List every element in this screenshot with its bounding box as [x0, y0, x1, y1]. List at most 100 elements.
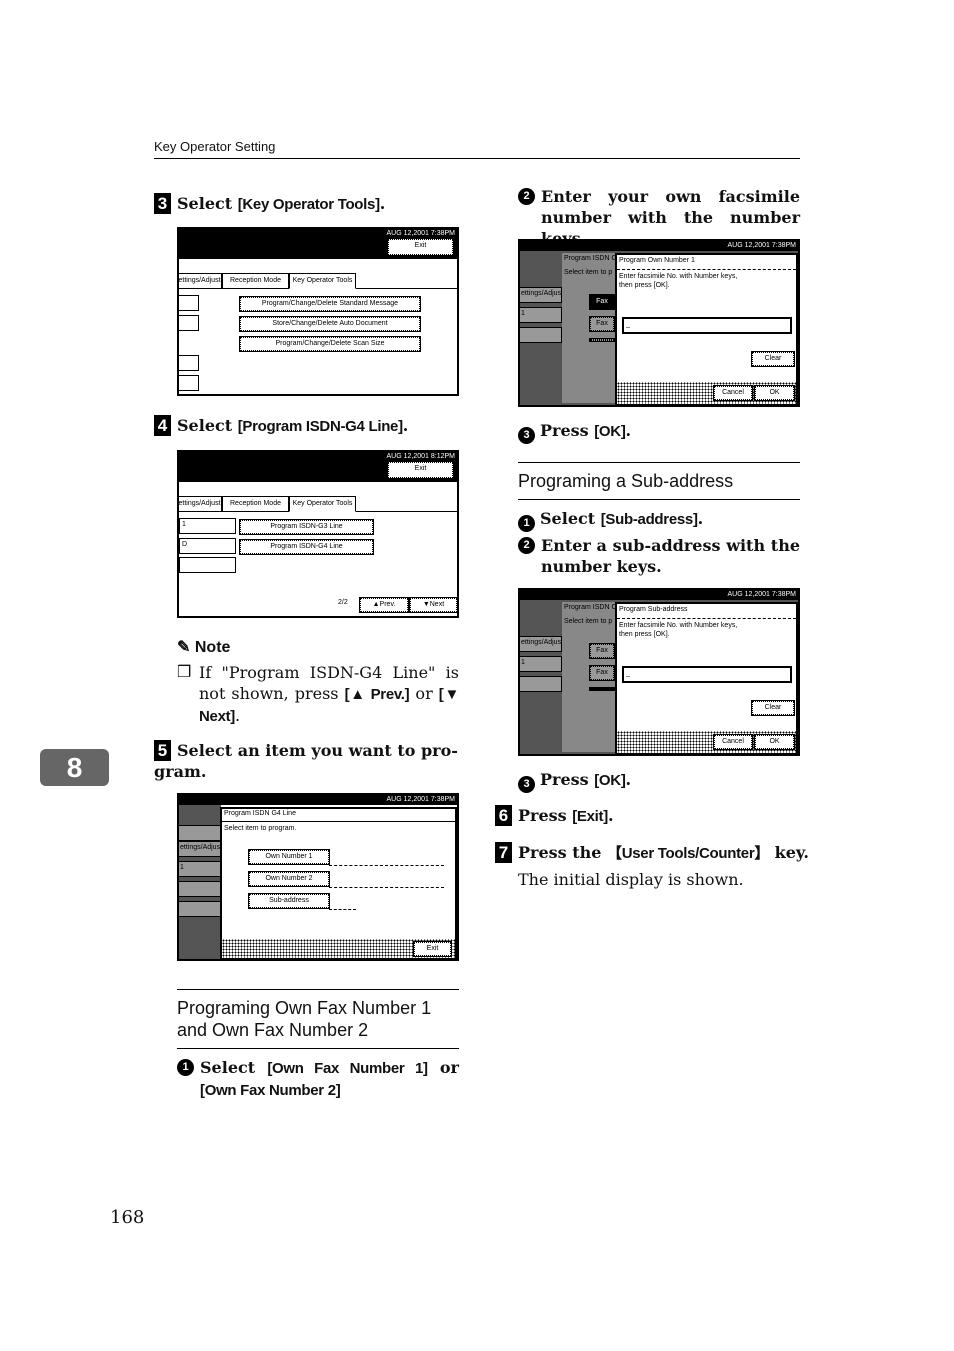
screen-element: Press [518, 806, 573, 825]
screen-element: Select [Own Fax Number 1] or [200, 1057, 459, 1079]
screen-element: [OK] [594, 423, 626, 440]
screen-element: [Own Fax Number 1] [267, 1060, 428, 1077]
screen-element: Program Sub-address Enter facsimile No. … [615, 602, 798, 754]
sub-address-input[interactable]: _ [622, 666, 792, 683]
fax-number-input[interactable]: _ [622, 317, 792, 334]
running-header: Key Operator Setting [154, 139, 276, 154]
screen-element: . [607, 806, 614, 825]
screen-element: Select [177, 194, 238, 213]
screen-element [179, 901, 221, 917]
screen-element [329, 865, 444, 866]
screen-element: [OK] [594, 772, 626, 789]
screen-element: [Exit] [572, 808, 608, 825]
screen-element: [Own Fax Number 2] [200, 1082, 341, 1099]
screen-element: [Program ISDN-G4 Line] [237, 418, 403, 435]
screen-element: D [179, 538, 236, 554]
screen-element: 1 [179, 861, 221, 877]
exit-button[interactable]: Exit [387, 461, 454, 479]
menu-button[interactable]: Program/Change/Delete Scan Size [239, 336, 421, 352]
screen-element: 7 [495, 842, 512, 863]
clear-button[interactable]: Clear [751, 700, 795, 716]
screen-element: . [235, 706, 241, 725]
cancel-button[interactable]: Cancel [713, 385, 753, 401]
own-number-1-button[interactable]: Own Number 1 [248, 849, 330, 865]
screen-element: . [625, 770, 632, 789]
screen-element: Select [177, 416, 238, 435]
screen-element: Program ISDN G4 Line Select item to prog… [220, 807, 457, 959]
screen-element [179, 315, 199, 331]
tab-reception-mode[interactable]: Reception Mode [222, 273, 289, 289]
ok-button[interactable]: OK [754, 385, 795, 401]
sub-address-button[interactable]: Sub-address [248, 893, 330, 909]
cancel-button[interactable]: Cancel [713, 734, 753, 750]
screen-element: Press the [518, 843, 607, 862]
substep-3: 3 Press [OK]. [518, 420, 631, 444]
screen-element: 1 [179, 518, 236, 534]
screen-element: 1 [518, 515, 535, 532]
header-rule [154, 158, 800, 159]
screen-element: [Own Fax Number 2] [200, 1079, 459, 1101]
manual-page: Key Operator Setting 3 Select [Key Operat… [0, 0, 954, 1351]
exit-button[interactable]: Exit [387, 238, 454, 256]
tab-key-operator-tools[interactable]: Key Operator Tools [289, 496, 356, 512]
screen-element: key. [769, 843, 809, 862]
screen-program-isdn: AUG 12,2001 8:12PM Exit ettings/Adjust R… [177, 450, 459, 618]
section-title: Programing a Sub-address [518, 471, 734, 491]
note-item: ❒ If "Program ISDN-G4 Line" is not shown… [177, 662, 459, 727]
menu-button[interactable]: Program/Change/Delete Standard Message [239, 296, 421, 312]
screen-element: Enter a sub-address with the number keys… [541, 536, 800, 576]
substep-1: 1 Select [Sub-address]. [518, 508, 703, 532]
screen-element [222, 821, 455, 822]
screen-element: . [379, 194, 386, 213]
screen-element: then press [OK]. [619, 282, 670, 289]
menu-button[interactable]: Program ISDN-G3 Line [239, 519, 374, 535]
step-3: 3 Select [Key Operator Tools]. [154, 193, 385, 215]
screen-element: Note [194, 639, 231, 656]
screen-element: 2 [518, 188, 535, 205]
tab-settings[interactable]: ettings/Adjust [179, 496, 222, 512]
page-number: 168 [110, 1207, 145, 1228]
next-button[interactable]: ▼Next [409, 597, 457, 613]
screen-element [179, 295, 199, 311]
exit-button[interactable]: Exit [413, 941, 452, 957]
substep-3: 3 Press [OK]. [518, 769, 631, 793]
tab-reception-mode[interactable]: Reception Mode [222, 496, 289, 512]
screen-element [520, 676, 562, 692]
menu-button[interactable]: Store/Change/Delete Auto Document [239, 316, 421, 332]
screen-element [179, 375, 199, 391]
screen-element [179, 825, 221, 841]
screen-element [617, 269, 796, 270]
clear-button[interactable]: Clear [751, 351, 795, 367]
pencil-icon: ✎ [177, 639, 191, 656]
prev-button[interactable]: ▲Prev. [359, 597, 409, 613]
screen-element [329, 909, 356, 910]
note-heading: ✎ Note [177, 637, 230, 657]
screen-element [177, 1048, 459, 1049]
screen-element: Select item to p [564, 618, 613, 625]
step-7: 7 Press the 【User Tools/Counter】 key. [495, 842, 809, 864]
screen-element: ettings/Adjus [520, 636, 562, 652]
screen-element: . [625, 421, 632, 440]
screen-element: 2 [518, 537, 535, 554]
screen-element: 3 [518, 427, 535, 444]
screen-element: Press [540, 421, 595, 440]
tab-key-operator-tools[interactable]: Key Operator Tools [289, 273, 356, 289]
screen-element: then press [OK]. [619, 631, 670, 638]
screen-button [589, 687, 615, 691]
menu-button[interactable]: Program ISDN-G4 Line [239, 539, 374, 555]
own-number-2-button[interactable]: Own Number 2 [248, 871, 330, 887]
screen-element: 【User Tools/Counter】 [607, 845, 770, 862]
screen-element [518, 499, 800, 500]
screen-element: AUG 12,2001 7:38PM [179, 229, 457, 239]
screen-element: or [409, 684, 439, 703]
screen-element: or [427, 1058, 459, 1077]
screen-element: 4 [154, 415, 171, 436]
screen-element: Select [200, 1058, 268, 1077]
tab-settings[interactable]: ettings/Adjust [179, 273, 222, 289]
ok-button[interactable]: OK [754, 734, 795, 750]
screen-element: 5 [154, 740, 171, 761]
screen-element: 6 [495, 805, 512, 826]
screen-element: 3 [518, 776, 535, 793]
screen-element: 1 [520, 307, 562, 323]
screen-element: Program ISDN C [564, 604, 617, 611]
